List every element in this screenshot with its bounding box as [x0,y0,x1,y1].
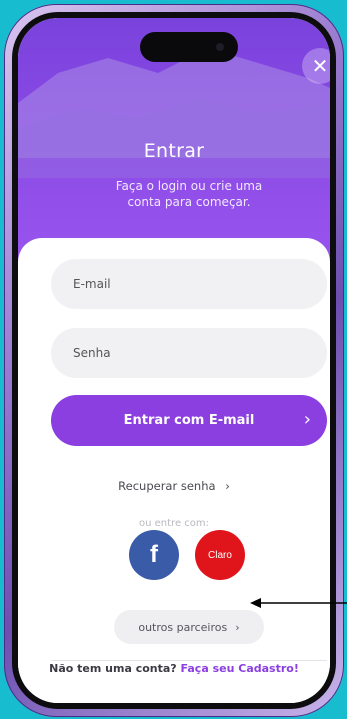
annotation-arrow [250,598,347,608]
